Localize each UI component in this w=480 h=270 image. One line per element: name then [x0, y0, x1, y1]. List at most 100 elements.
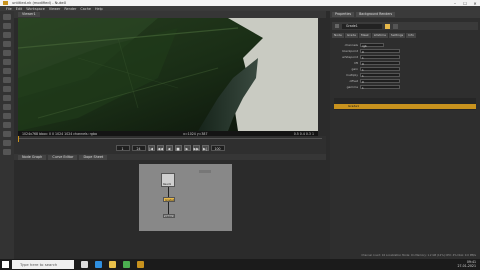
close-button[interactable]: ✕ [470, 1, 480, 6]
knob-tab-grade[interactable]: Grade [344, 33, 358, 38]
taskbar: Type here to search 09:41 27-01-2021 [0, 259, 480, 270]
dot-node[interactable] [199, 170, 211, 173]
windows-start-icon[interactable] [2, 261, 9, 268]
maximize-button[interactable]: ☐ [460, 1, 470, 6]
taskbar-search-input[interactable]: Type here to search [12, 260, 74, 269]
clock-date[interactable]: 27-01-2021 [457, 264, 476, 268]
whitepoint-field[interactable]: 1 [360, 54, 400, 60]
knob-row: gamma 1 [336, 84, 476, 90]
prev-keyframe-button[interactable]: ◀◀ [156, 145, 164, 151]
knob-tab-mask[interactable]: Mask [359, 33, 371, 38]
layer-row-selected[interactable]: Grade1 [334, 104, 476, 109]
info-coords: x=1024 y=387 [183, 131, 208, 136]
keyer-tool-icon[interactable] [3, 68, 11, 74]
channels-select[interactable]: rgb [360, 42, 384, 48]
menu-render[interactable]: Render [64, 7, 76, 11]
system-tray: 09:41 27-01-2021 [457, 260, 476, 268]
tab-background-renders[interactable]: Background Renders [356, 12, 396, 17]
node-name-field[interactable]: Grade1 [342, 23, 382, 29]
ocula-tool-icon[interactable] [3, 149, 11, 155]
edge-icon[interactable] [95, 261, 102, 268]
gamma-field[interactable]: 1 [360, 84, 400, 90]
pipe-grade-viewer [168, 202, 169, 214]
menu-help[interactable]: Help [95, 7, 103, 11]
grade-node[interactable]: Grade1 [163, 197, 175, 202]
transform-tool-icon[interactable] [3, 86, 11, 92]
knob-label: gamma [346, 84, 358, 89]
furnace-tool-icon[interactable] [3, 140, 11, 146]
knob-row: offset 0 [336, 78, 476, 84]
menu-viewer[interactable]: Viewer [49, 7, 61, 11]
merge-tool-icon[interactable] [3, 77, 11, 83]
knob-row: lift 0 [336, 60, 476, 66]
stop-button[interactable]: ■ [174, 145, 182, 151]
viewer-node-label: Viewer1 [164, 215, 175, 218]
knob-label: channels [344, 42, 358, 47]
task-view-icon[interactable] [81, 261, 88, 268]
views-tool-icon[interactable] [3, 104, 11, 110]
first-frame-button[interactable]: |◀ [147, 145, 155, 151]
offset-field[interactable]: 0 [360, 78, 400, 84]
knob-label: blackpoint [342, 48, 358, 53]
last-frame-button[interactable]: ▶| [201, 145, 209, 151]
read-node-label: Read1 [163, 183, 172, 186]
pipe-read-grade [168, 187, 169, 197]
metadata-tool-icon[interactable] [3, 113, 11, 119]
color-tool-icon[interactable] [3, 50, 11, 56]
info-pixel-values: 0.5 0.4 0.3 1 [293, 131, 314, 136]
multiply-field[interactable]: 1 [360, 72, 400, 78]
nuke-taskbar-icon[interactable] [137, 261, 144, 268]
tab-curve-editor[interactable]: Curve Editor [48, 154, 78, 160]
knob-row: gain 1 [336, 66, 476, 72]
end-frame-field[interactable]: 100 [210, 145, 225, 151]
blackpoint-field[interactable]: 0 [360, 48, 400, 54]
knob-tab-info[interactable]: Info [406, 33, 416, 38]
tab-viewer[interactable]: Viewer1 [18, 12, 40, 17]
tab-dope-sheet[interactable]: Dope Sheet [79, 154, 108, 160]
node-graph-canvas[interactable]: Read1 Grade1 Viewer1 [139, 164, 232, 231]
time-tool-icon[interactable] [3, 32, 11, 38]
timeline-track [18, 138, 322, 139]
knob-tab-settings[interactable]: Settings [388, 33, 406, 38]
channel-tool-icon[interactable] [3, 41, 11, 47]
node-properties-header: Grade1 [332, 22, 478, 30]
knob-tab-node[interactable]: Node [332, 33, 344, 38]
gain-field[interactable]: 1 [360, 66, 400, 72]
chrome-icon[interactable] [123, 261, 130, 268]
close-node-icon[interactable] [335, 24, 339, 28]
viewer-node[interactable]: Viewer1 [163, 214, 175, 218]
node-color-swatch[interactable] [385, 23, 390, 29]
leaf-image [18, 18, 318, 131]
filter-tool-icon[interactable] [3, 59, 11, 65]
knob-tab-lifetime[interactable]: Lifetime [371, 33, 388, 38]
help-icon[interactable] [393, 23, 398, 29]
draw-tool-icon[interactable] [3, 23, 11, 29]
other-tool-icon[interactable] [3, 131, 11, 137]
knob-label: whitepoint [342, 54, 358, 59]
menu-workspace[interactable]: Workspace [26, 7, 45, 11]
tab-node-graph[interactable]: Node Graph [18, 154, 47, 160]
info-format: 1024x768 bbox: 0 0 1024 1024 channels: r… [22, 131, 97, 136]
menu-edit[interactable]: Edit [16, 7, 23, 11]
viewer-canvas[interactable] [18, 18, 318, 131]
3d-tool-icon[interactable] [3, 95, 11, 101]
image-tool-icon[interactable] [3, 14, 11, 20]
read-node[interactable]: Read1 [161, 173, 175, 187]
lift-field[interactable]: 0 [360, 60, 400, 66]
explorer-icon[interactable] [109, 261, 116, 268]
knob-label: multiply [345, 72, 358, 77]
tab-properties[interactable]: Properties [332, 12, 355, 17]
play-forward-button[interactable]: ▶ [183, 145, 191, 151]
play-backward-button[interactable]: ◀ [165, 145, 173, 151]
fps-field[interactable]: 24 [131, 145, 146, 151]
knob-row: whitepoint 1 [336, 54, 476, 60]
frame-field[interactable]: 1 [115, 145, 130, 151]
menu-file[interactable]: File [6, 7, 12, 11]
grade-node-label: Grade1 [165, 198, 175, 202]
next-keyframe-button[interactable]: ▶▶ [192, 145, 200, 151]
minimize-button[interactable]: – [450, 1, 460, 6]
menu-cache[interactable]: Cache [80, 7, 91, 11]
properties-tab-bar: Properties Background Renders [330, 11, 480, 18]
window-title: untitled.nk (modified) - NukeX [12, 1, 67, 5]
toolsets-tool-icon[interactable] [3, 122, 11, 128]
